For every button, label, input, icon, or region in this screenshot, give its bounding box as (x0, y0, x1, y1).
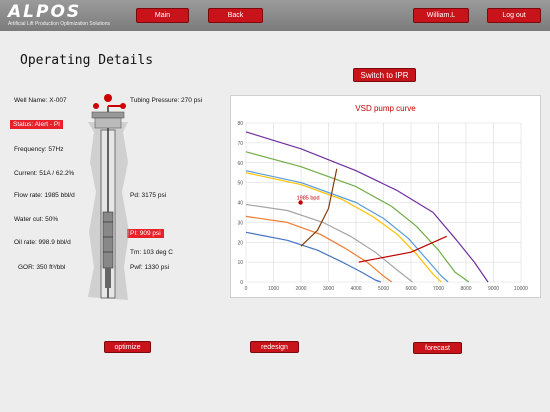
pump-curve-line (245, 231, 382, 283)
pd-pressure: Pd: 3175 psi (130, 192, 167, 199)
y-tick-label: 50 (237, 181, 243, 187)
pump-curve-line (245, 203, 413, 283)
y-tick-label: 20 (237, 240, 243, 246)
pwf-pressure: Pwf: 1330 psi (130, 264, 170, 271)
pump-curve-line (245, 172, 442, 283)
pump-curve-line (245, 131, 489, 283)
logo-tagline: Artificial Lift Production Optimization … (8, 21, 110, 27)
water-cut: Water cut: 50% (14, 216, 59, 223)
logout-button[interactable]: Log out (487, 8, 541, 23)
x-tick-label: 8000 (460, 286, 471, 292)
chart-title: VSD pump curve (355, 104, 416, 113)
y-tick-label: 80 (237, 121, 243, 127)
x-tick-label: 9000 (488, 286, 499, 292)
operating-point-label: 1985 bpd (297, 196, 320, 202)
user-button[interactable]: William.L (413, 8, 469, 23)
vsd-pump-curve-chart: VSD pump curve 0 10 20 30 40 50 60 70 80 0 1000 200… (230, 95, 541, 298)
x-tick-label: 3000 (323, 286, 334, 292)
forecast-button[interactable]: forecast (413, 342, 462, 354)
optimize-button[interactable]: optimize (104, 341, 151, 353)
switch-to-ipr-button[interactable]: Switch to IPR (353, 68, 416, 82)
x-tick-label: 10000 (514, 286, 528, 292)
gor: GOR: 350 ft³/bbl (18, 264, 66, 271)
pi-badge: PI: 909 psi (127, 229, 164, 238)
y-tick-label: 30 (237, 220, 243, 226)
motor-temperature: Tm: 103 deg C (130, 249, 173, 256)
tubing-pressure: Tubing Pressure: 270 psi (130, 97, 203, 104)
top-bar: ALPOS Artificial Lift Production Optimiz… (0, 0, 550, 31)
frequency: Frequency: 57Hz (14, 146, 64, 153)
x-tick-label: 5000 (378, 286, 389, 292)
x-tick-label: 2000 (295, 286, 306, 292)
chart-plot: 0 10 20 30 40 50 60 70 80 0 1000 2000 3000 4000 5000 60… (237, 121, 528, 292)
x-tick-label: 4000 (350, 286, 361, 292)
well-name: Well Name: X-007 (14, 97, 67, 104)
current: Current: 51A / 62.2% (14, 170, 75, 177)
y-tick-label: 60 (237, 161, 243, 167)
x-tick-label: 1000 (268, 286, 279, 292)
y-tick-label: 70 (237, 141, 243, 147)
x-tick-label: 7000 (433, 286, 444, 292)
x-tick-label: 6000 (405, 286, 416, 292)
pump-curve-line (300, 168, 338, 247)
redesign-button[interactable]: redesign (250, 341, 299, 353)
oil-rate: Oil rate: 998.9 bbl/d (14, 239, 71, 246)
y-tick-label: 10 (237, 260, 243, 266)
alpos-logo: ALPOS (8, 2, 82, 22)
y-tick-label: 0 (240, 280, 243, 286)
status-badge: Status: Alert - PI (10, 120, 63, 129)
x-tick-label: 0 (245, 286, 248, 292)
pump-curve-line (245, 170, 449, 283)
main-button[interactable]: Main (136, 8, 189, 23)
wellbore-diagram (88, 94, 129, 300)
y-tick-label: 40 (237, 201, 243, 207)
page-title: Operating Details (20, 53, 154, 68)
flow-rate: Flow rate: 1985 bbl/d (14, 192, 75, 199)
back-button[interactable]: Back (208, 8, 263, 23)
